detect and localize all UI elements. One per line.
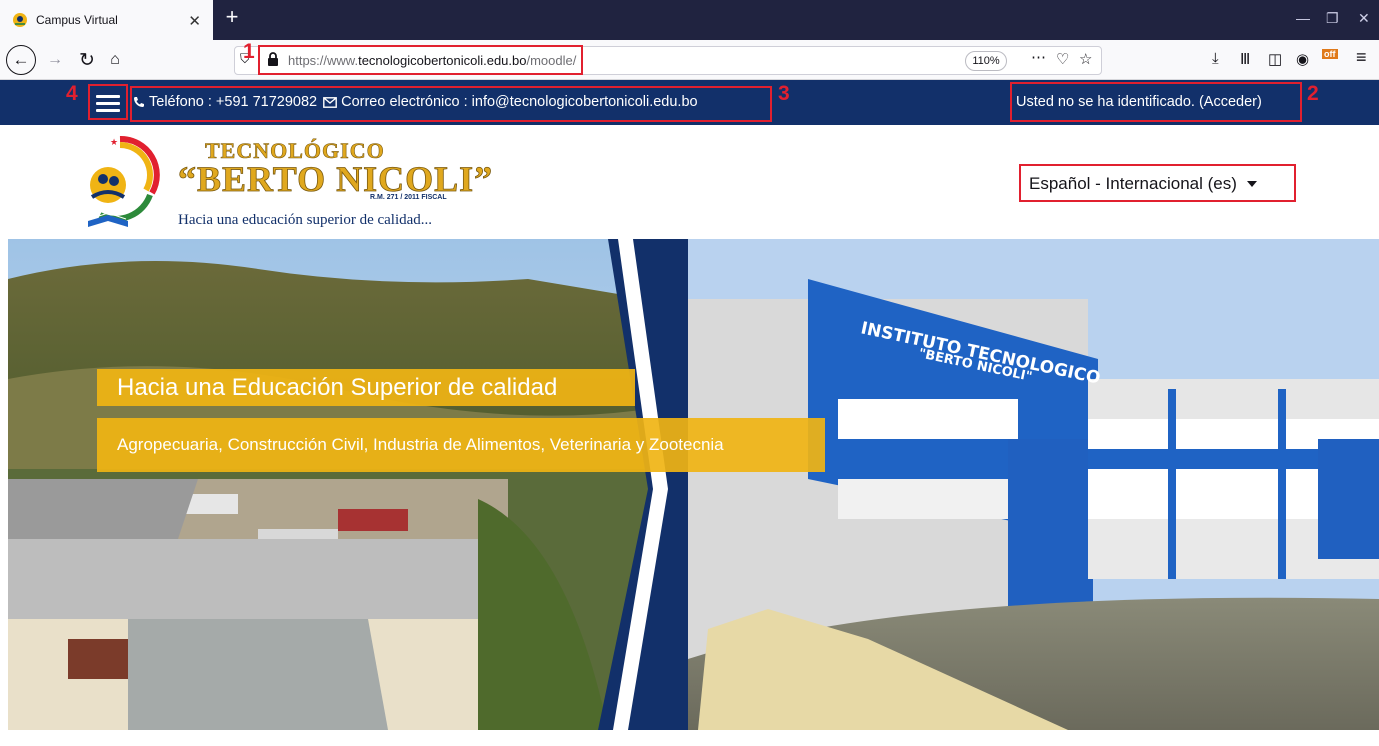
- hero-title: Hacia una Educación Superior de calidad: [97, 369, 635, 406]
- extension-icon[interactable]: off: [1322, 46, 1338, 60]
- home-icon[interactable]: ⌂: [102, 48, 128, 72]
- browser-tab-bar: Campus Virtual ✕ + — ❐ ✕: [0, 0, 1379, 40]
- annotation-number-3: 3: [778, 82, 790, 105]
- hero-banner: INSTITUTO TECNOLOGICO "BERTO NICOLI": [8, 239, 1379, 730]
- sidebar-icon[interactable]: ◫: [1268, 50, 1282, 68]
- window-close-icon[interactable]: ✕: [1358, 10, 1370, 27]
- minimize-icon[interactable]: —: [1296, 10, 1310, 26]
- close-tab-icon[interactable]: ✕: [188, 12, 201, 30]
- hero-image: INSTITUTO TECNOLOGICO "BERTO NICOLI": [8, 239, 1379, 730]
- site-favicon-icon: [12, 12, 28, 28]
- logo-slogan: Hacia una educación superior de calidad.…: [178, 212, 433, 228]
- forward-arrow-icon[interactable]: →: [42, 48, 68, 72]
- bookmark-star-icon[interactable]: ☆: [1079, 50, 1092, 68]
- annotation-box-menu: [88, 84, 128, 120]
- annotation-box-language: [1019, 164, 1296, 202]
- library-icon[interactable]: Ⅲ: [1240, 50, 1250, 68]
- annotation-box-contact: [130, 86, 772, 122]
- svg-text:★: ★: [110, 138, 118, 148]
- annotation-number-2: 2: [1307, 82, 1319, 105]
- hero-subtitle: Agropecuaria, Construcción Civil, Indust…: [97, 418, 825, 472]
- annotation-number-1: 1: [243, 40, 255, 63]
- annotation-number-4: 4: [66, 82, 78, 105]
- logo-resolution: R.M. 271 / 2011 FISCAL: [370, 194, 447, 201]
- page-actions-more-icon[interactable]: ⋯: [1031, 48, 1046, 66]
- annotation-box-login: [1010, 82, 1302, 122]
- institute-logo-icon[interactable]: ★: [80, 135, 160, 231]
- back-arrow-icon[interactable]: ←: [6, 45, 36, 75]
- zoom-level-badge[interactable]: 110%: [965, 51, 1007, 71]
- tab-title: Campus Virtual: [36, 13, 118, 27]
- app-menu-icon[interactable]: ≡: [1356, 47, 1367, 68]
- downloads-icon[interactable]: ⤓: [1212, 50, 1219, 67]
- pocket-icon[interactable]: ♡: [1056, 50, 1069, 68]
- reload-icon[interactable]: ↻: [74, 48, 100, 72]
- annotation-box-url: [258, 45, 583, 75]
- browser-tab[interactable]: Campus Virtual ✕: [0, 0, 213, 40]
- restore-icon[interactable]: ❐: [1326, 10, 1339, 27]
- account-icon[interactable]: ◉: [1296, 50, 1309, 68]
- new-tab-button[interactable]: +: [220, 6, 244, 30]
